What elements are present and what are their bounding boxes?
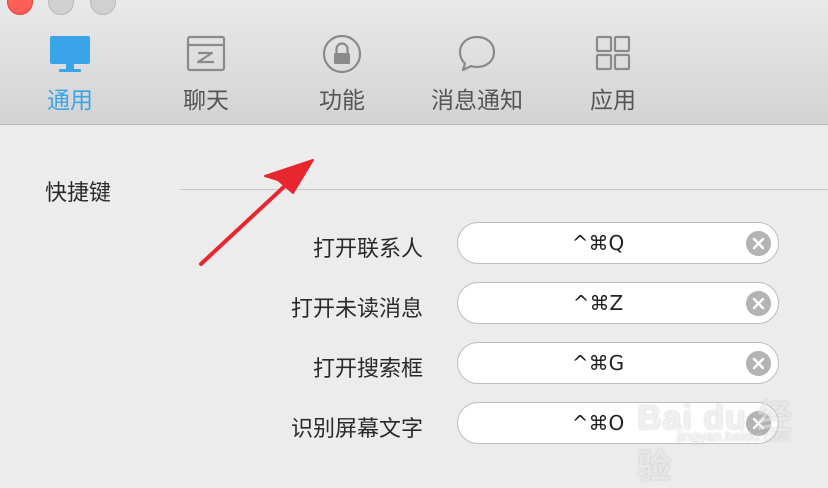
section-title-shortcuts: 快捷键 <box>45 180 112 205</box>
tab-chat[interactable]: 聊天 <box>151 30 261 116</box>
monitor-icon <box>50 36 90 72</box>
close-window-button[interactable] <box>7 0 33 15</box>
shortcut-value: ^⌘G <box>571 351 625 375</box>
clear-icon[interactable] <box>746 291 771 316</box>
tab-notifications-label: 消息通知 <box>431 87 523 113</box>
clear-icon[interactable] <box>746 351 771 376</box>
shortcut-value: ^⌘Q <box>571 231 625 255</box>
section-divider <box>180 189 828 190</box>
baidu-watermark: Bai du 经验 jingyan.baidu.com <box>637 378 817 486</box>
tab-notifications[interactable]: 消息通知 <box>422 30 532 116</box>
shortcut-value: ^⌘Z <box>572 291 624 315</box>
shortcut-label-open-search: 打开搜索框 <box>312 356 423 381</box>
shortcut-label-open-contacts: 打开联系人 <box>312 236 423 261</box>
tab-general-label: 通用 <box>47 87 93 113</box>
preferences-toolbar: 通用 聊天 功能 消息通知 应用 <box>0 0 828 125</box>
speech-bubble-icon <box>458 35 496 72</box>
tab-general[interactable]: 通用 <box>15 30 125 116</box>
tab-features[interactable]: 功能 <box>287 30 397 116</box>
shortcut-label-open-unread: 打开未读消息 <box>290 296 423 321</box>
tab-apps-label: 应用 <box>590 87 636 113</box>
tab-features-label: 功能 <box>319 87 365 113</box>
apps-grid-icon <box>595 35 631 71</box>
chat-window-icon <box>186 35 226 72</box>
clear-icon[interactable] <box>746 231 771 256</box>
shortcut-label-recognize-text: 识别屏幕文字 <box>290 416 423 441</box>
lock-icon <box>322 34 362 74</box>
zoom-window-button[interactable] <box>90 0 116 15</box>
tab-apps[interactable]: 应用 <box>558 30 668 116</box>
shortcut-field-open-contacts[interactable]: ^⌘Q <box>457 222 779 264</box>
shortcut-field-open-unread[interactable]: ^⌘Z <box>457 282 779 324</box>
watermark-url: jingyan.baidu.com <box>677 428 790 444</box>
minimize-window-button[interactable] <box>48 0 74 15</box>
tab-chat-label: 聊天 <box>183 87 229 113</box>
